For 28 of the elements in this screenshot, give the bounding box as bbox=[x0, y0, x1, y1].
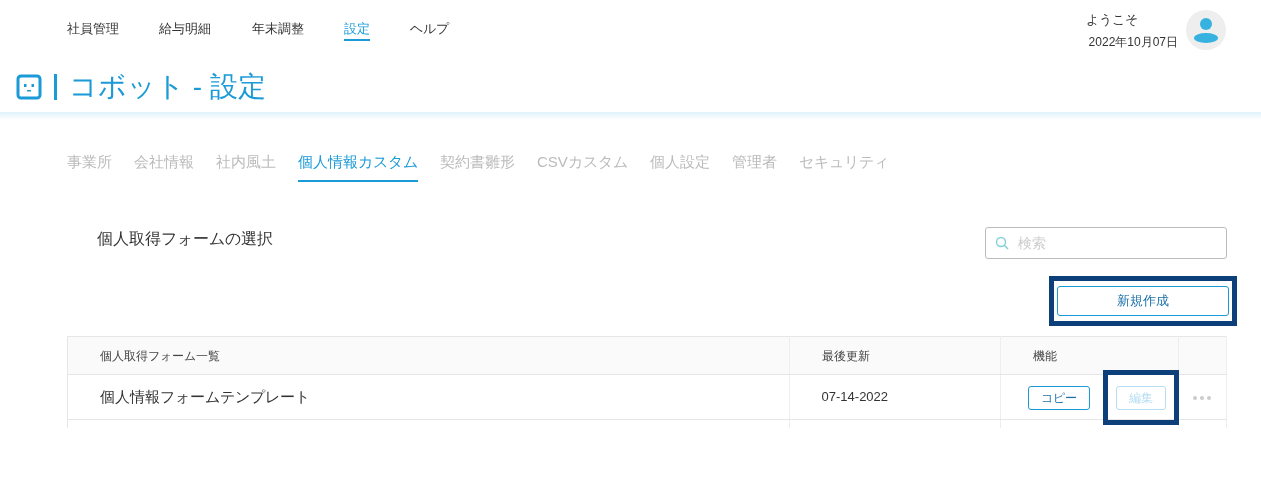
settings-tab[interactable]: CSVカスタム bbox=[537, 151, 628, 182]
page-title: コボット - 設定 bbox=[69, 73, 266, 101]
settings-tab[interactable]: 事業所 bbox=[67, 151, 112, 182]
nav-link-item[interactable]: 設定 bbox=[344, 21, 370, 41]
nav-link-item[interactable]: ヘルプ bbox=[410, 21, 449, 41]
settings-tab[interactable]: 社内風土 bbox=[216, 151, 276, 182]
column-header: 機能 bbox=[1000, 336, 1179, 375]
avatar-icon[interactable] bbox=[1186, 10, 1226, 50]
column-header: 最後更新 bbox=[789, 336, 1001, 375]
settings-tab[interactable]: セキュリティ bbox=[798, 151, 889, 182]
settings-tab[interactable]: 個人情報カスタム bbox=[298, 151, 418, 182]
section-title: 個人取得フォームの選択 bbox=[97, 229, 273, 249]
nav-link-item[interactable]: 給与明細 bbox=[159, 21, 211, 41]
nav-link-item[interactable]: 社員管理 bbox=[67, 21, 119, 41]
more-icon[interactable] bbox=[1192, 395, 1211, 400]
column-header: 個人取得フォーム一覧 bbox=[67, 336, 790, 375]
settings-tab[interactable]: 契約書雛形 bbox=[440, 151, 515, 182]
settings-tab[interactable]: 管理者 bbox=[731, 151, 777, 182]
settings-tab[interactable]: 個人設定 bbox=[649, 151, 710, 182]
nav-link-item[interactable]: 年末調整 bbox=[252, 21, 304, 41]
robot-face-icon bbox=[16, 74, 42, 100]
settings-tab[interactable]: 会社情報 bbox=[134, 151, 194, 182]
welcome-text: ようこそ bbox=[1086, 11, 1139, 29]
table-cell: 個人情報フォームテンプレート bbox=[67, 374, 790, 420]
date-text: 2022年10月07日 bbox=[1087, 33, 1178, 51]
new-button[interactable]: 新規作成 bbox=[1057, 286, 1229, 316]
copy-button[interactable]: コピー bbox=[1027, 385, 1090, 410]
table-cell: 07-14-2022 bbox=[789, 374, 1001, 420]
